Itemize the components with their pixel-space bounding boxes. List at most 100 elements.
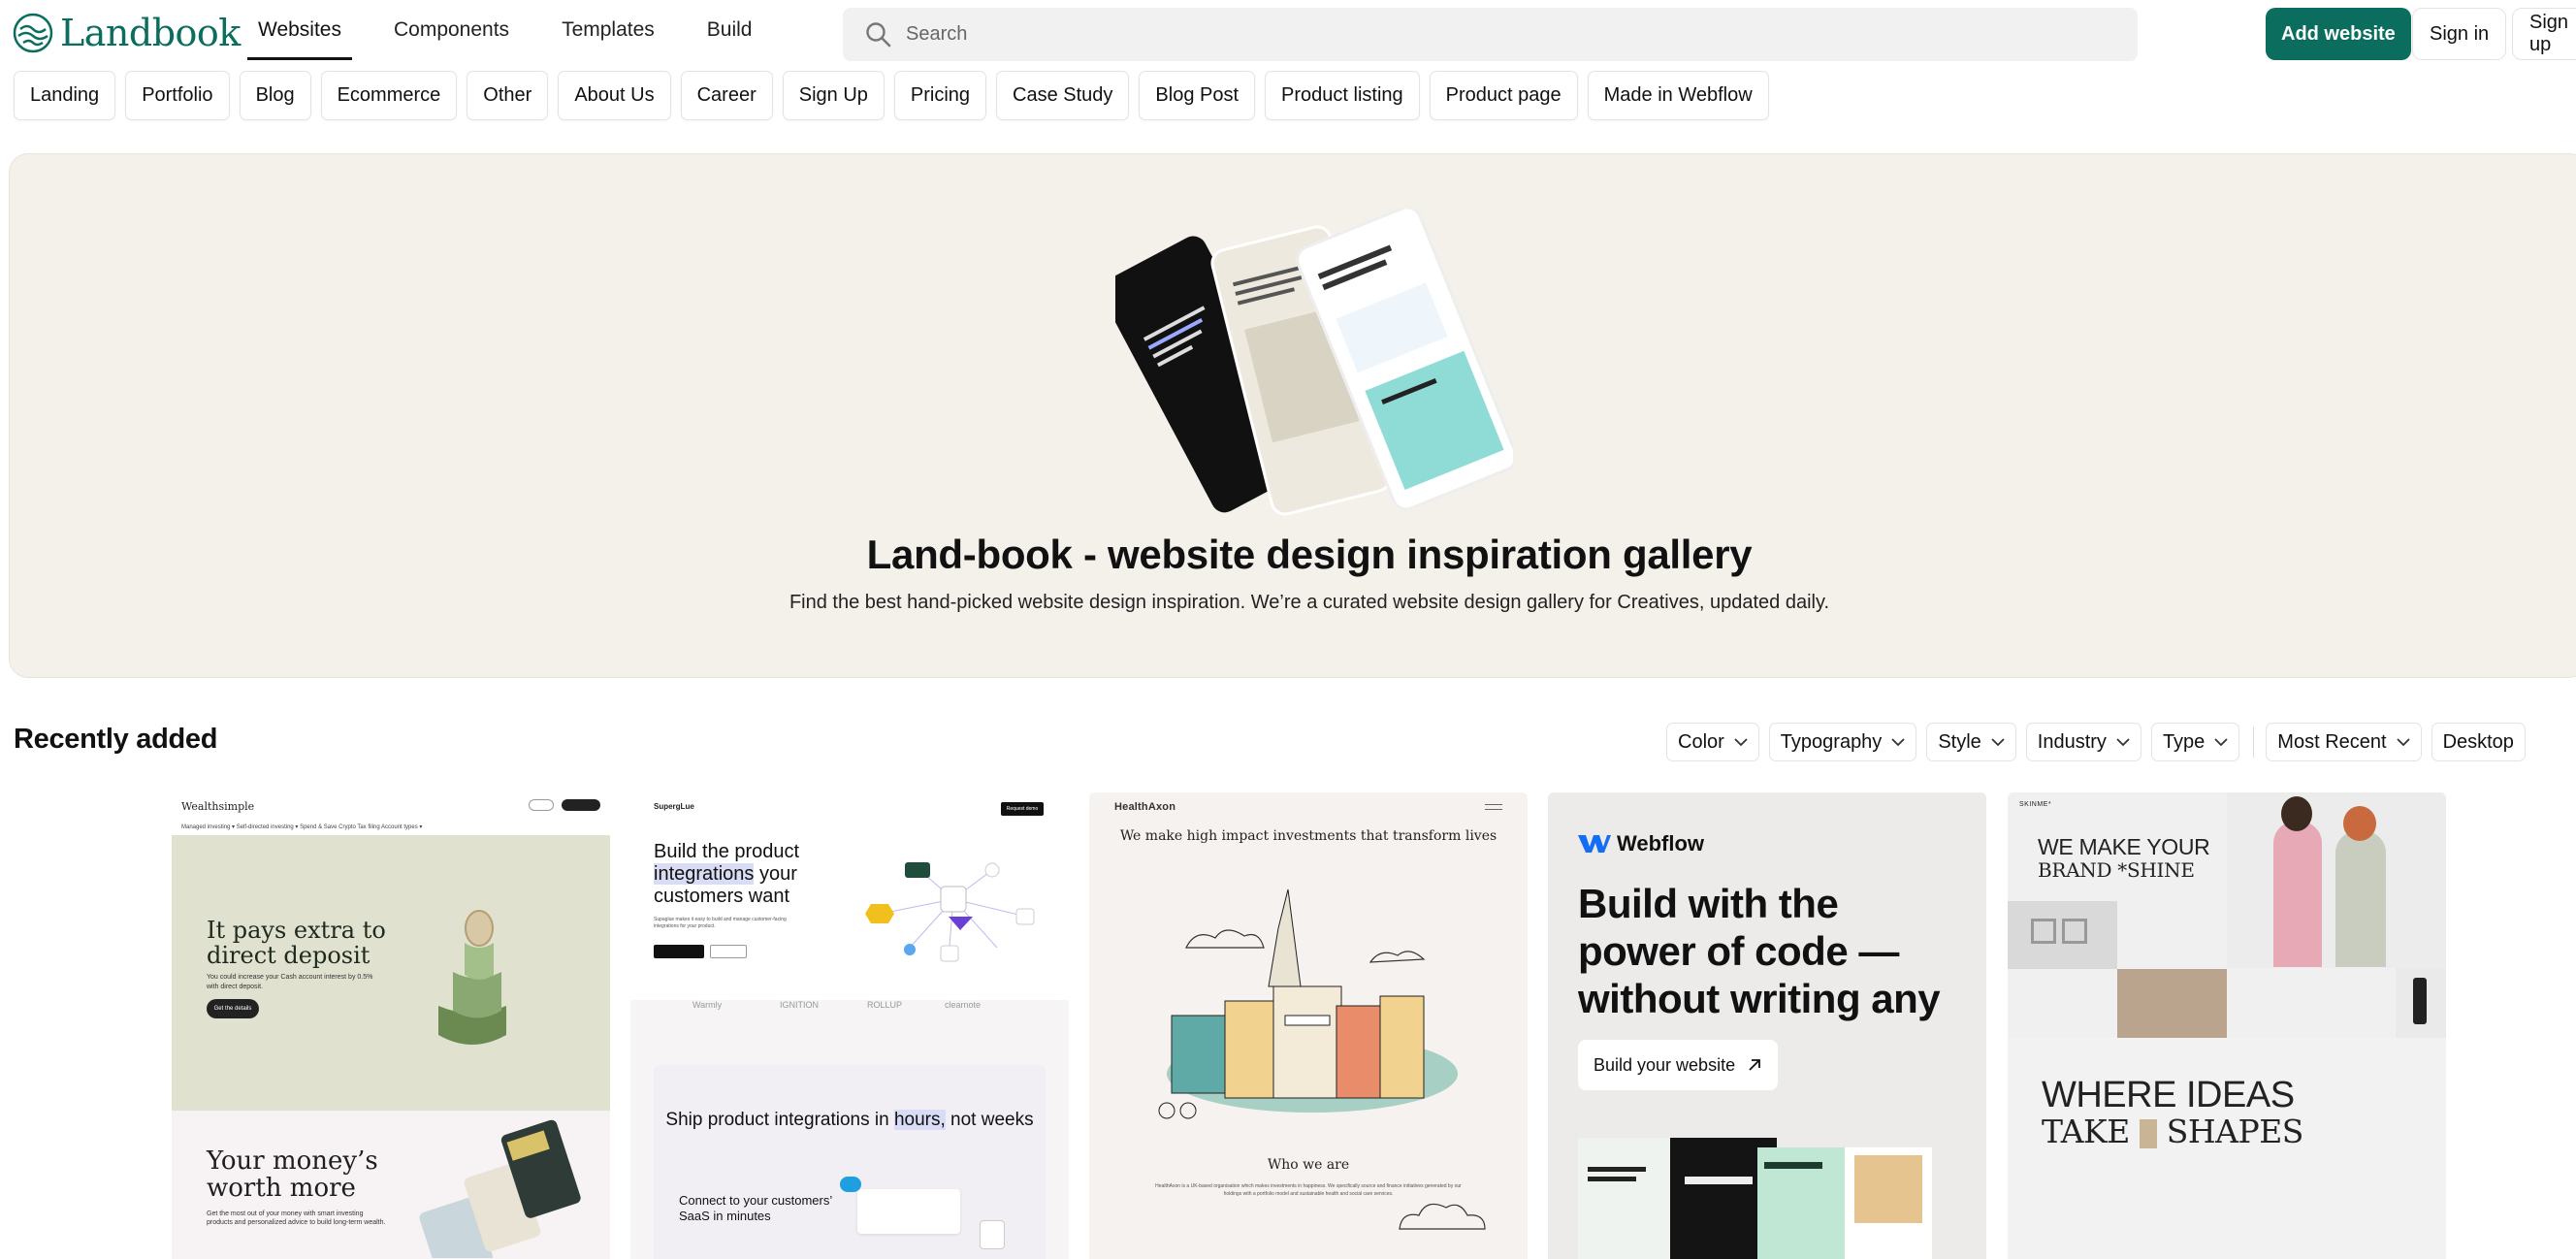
website-card[interactable]: SKINME* WE MAKE YOUR BRAND *SHINE WHERE …: [2008, 792, 2446, 1259]
chip-product-listing[interactable]: Product listing: [1265, 71, 1420, 120]
filter-bar: Color Typography Style Industry Type Mos…: [1666, 723, 2535, 761]
sort-dropdown[interactable]: Most Recent: [2266, 723, 2422, 761]
model-head: [2281, 796, 2312, 831]
chip-blog[interactable]: Blog: [239, 71, 311, 120]
integration-widget: [857, 1189, 960, 1234]
filter-type[interactable]: Type: [2150, 723, 2240, 761]
hero-title: Land-book - website design inspiration g…: [0, 532, 2576, 578]
add-website-button[interactable]: Add website: [2266, 8, 2411, 60]
chevron-down-icon: [1991, 737, 2005, 746]
card-headline-line: WE MAKE YOUR: [2038, 834, 2210, 859]
card-subheadline: Connect to your customers’ SaaS in minut…: [679, 1193, 832, 1223]
card-headline-2: Your money’s worth more: [207, 1146, 378, 1203]
chip-sign-up[interactable]: Sign Up: [782, 71, 885, 120]
nav-websites[interactable]: Websites: [247, 0, 352, 60]
card-headline-line: BRAND *SHINE: [2038, 858, 2195, 882]
website-card[interactable]: Wealthsimple Managed investing ▾ Self-di…: [172, 792, 610, 1259]
card-get-started-pill: [562, 799, 600, 811]
website-card[interactable]: Webflow Build with the power of code — w…: [1548, 792, 1986, 1259]
nav-components[interactable]: Components: [383, 0, 520, 60]
inline-image: [2139, 1119, 2157, 1148]
chip-case-study[interactable]: Case Study: [996, 71, 1130, 120]
photo-models: [2227, 792, 2446, 968]
card-headline-line: WHERE IDEAS: [2042, 1075, 2295, 1115]
card-headline-line: TAKE: [2042, 1113, 2130, 1150]
chip-career[interactable]: Career: [680, 71, 773, 120]
chip-product-page[interactable]: Product page: [1429, 71, 1578, 120]
card-headline-part: Build the product: [654, 841, 800, 862]
hero-title-text: Land-book - website design inspiration g…: [866, 532, 1753, 577]
photo-hair: [2117, 969, 2227, 1038]
website-card[interactable]: SupergLue Request demo Build the product…: [630, 792, 1069, 1259]
search-icon: [866, 22, 891, 48]
hero-subtitle: Find the best hand-picked website design…: [789, 592, 1830, 613]
chip-blog-post[interactable]: Blog Post: [1139, 71, 1256, 120]
card-nav-button: Request demo: [1001, 802, 1044, 816]
customer-logo: IGNITION: [780, 1000, 819, 1010]
webflow-logo-icon: [1578, 835, 1611, 853]
filter-type-label: Type: [2162, 730, 2206, 753]
hamburger-menu-icon: [1485, 804, 1502, 810]
filter-typography[interactable]: Typography: [1768, 723, 1917, 761]
card-cta: Build your website: [1578, 1040, 1779, 1090]
card-headline-part: Ship product integrations in: [665, 1110, 894, 1130]
filter-industry[interactable]: Industry: [2025, 723, 2141, 761]
nav-build[interactable]: Build: [696, 0, 763, 60]
card-cta-label: Build your website: [1594, 1054, 1736, 1075]
frame-graphic: [2062, 919, 2087, 944]
search-bar[interactable]: [843, 8, 2138, 61]
card-headline: Build the product integrations your cust…: [654, 841, 828, 908]
chip-ecommerce[interactable]: Ecommerce: [320, 71, 458, 120]
arrow-up-right-icon: [1749, 1059, 1760, 1071]
card-logo: SKINME*: [2019, 801, 2052, 808]
chip-pricing[interactable]: Pricing: [893, 71, 987, 120]
card-headline-2: WHERE IDEAS TAKE SHAPES: [2042, 1077, 2303, 1150]
card-cta-light: [710, 945, 747, 958]
photo-product: [2396, 968, 2446, 1038]
customer-logos: Warmly IGNITION ROLLUP clearnote: [654, 985, 1042, 1052]
customer-logo: Warmly: [692, 1000, 723, 1010]
sign-up-button[interactable]: Sign up: [2512, 8, 2576, 60]
card-headline-2: Ship product integrations in hours, not …: [654, 1110, 1046, 1131]
chevron-down-icon: [1891, 737, 1905, 746]
landbook-logo-icon: [13, 13, 53, 53]
model-figure: [2335, 831, 2386, 967]
chevron-down-icon: [1734, 737, 1748, 746]
card-headline-highlight: integrations: [654, 863, 755, 885]
filter-divider: [2253, 726, 2255, 758]
device-toggle[interactable]: Desktop: [2431, 723, 2526, 761]
brand-logo[interactable]: Landbook: [13, 11, 241, 55]
filter-style[interactable]: Style: [1926, 723, 2016, 761]
chevron-down-icon: [2214, 737, 2228, 746]
chip-made-in-webflow[interactable]: Made in Webflow: [1587, 71, 1769, 120]
card-headline: We make high impact investments that tra…: [1119, 828, 1497, 844]
website-grid: Wealthsimple Managed investing ▾ Self-di…: [172, 792, 2451, 1259]
site-screenshots-collage: [1578, 1138, 1932, 1259]
chip-about-us[interactable]: About Us: [558, 71, 671, 120]
chip-portfolio[interactable]: Portfolio: [125, 71, 230, 120]
card-nav-links: Managed investing ▾ Self-directed invest…: [181, 824, 423, 830]
website-card[interactable]: HealthAxon We make high impact investmen…: [1089, 792, 1528, 1259]
search-input[interactable]: [906, 23, 2070, 46]
brand-name: Landbook: [60, 12, 241, 54]
card-body: Supaglue makes it easy to build and mana…: [654, 917, 787, 929]
chip-landing[interactable]: Landing: [14, 71, 116, 120]
chevron-down-icon: [2116, 737, 2130, 746]
card-logo-text: Webflow: [1617, 831, 1705, 855]
filter-color[interactable]: Color: [1666, 723, 1759, 761]
card-body: You could increase your Cash account int…: [207, 974, 373, 990]
nav-templates[interactable]: Templates: [551, 0, 665, 60]
card-cta: Get the details: [207, 999, 259, 1018]
model-head: [2343, 806, 2376, 841]
chip-other[interactable]: Other: [467, 71, 549, 120]
integrations-network-illustration: [865, 862, 1035, 962]
sign-in-button[interactable]: Sign in: [2412, 8, 2507, 60]
card-logo: Wealthsimple: [181, 800, 255, 813]
customer-logo: ROLLUP: [867, 1000, 903, 1010]
card-logo: HealthAxon: [1114, 801, 1176, 813]
cloud-illustration: [1399, 1203, 1486, 1230]
chevron-down-icon: [2396, 737, 2410, 746]
top-navigation: Landbook Websites Components Templates B…: [0, 0, 2576, 66]
main-nav: Websites Components Templates Build: [247, 0, 793, 60]
card-headline: WE MAKE YOUR BRAND *SHINE: [2038, 834, 2210, 882]
